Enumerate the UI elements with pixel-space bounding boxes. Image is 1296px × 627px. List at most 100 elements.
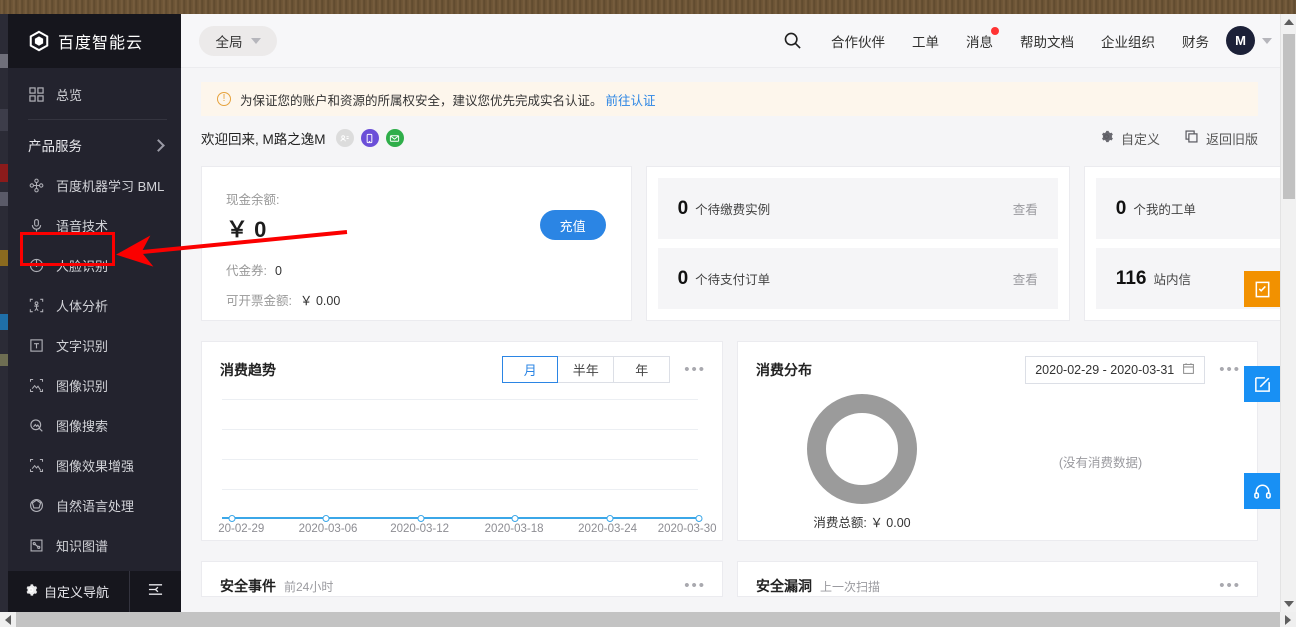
sidebar-item-image-search[interactable]: 图像搜索 <box>8 405 181 445</box>
sidebar-item-label: 文字识别 <box>56 338 109 354</box>
image-search-icon <box>28 417 45 434</box>
topnav-messages[interactable]: 消息 <box>966 26 999 51</box>
vertical-scrollbar[interactable] <box>1280 14 1296 612</box>
collapse-sidebar-button[interactable] <box>129 571 181 612</box>
image-recognition-icon <box>28 377 45 394</box>
topnav-partners[interactable]: 合作伙伴 <box>831 31 885 51</box>
consumption-trend-panel: 消费趋势 月 半年 年 ••• 20-02-29 2020-03-06 2020… <box>201 341 723 541</box>
stat-number: 0 <box>1115 197 1127 219</box>
trend-range-year[interactable]: 年 <box>614 356 671 383</box>
body-analysis-icon <box>28 297 45 314</box>
custom-nav-label: 自定义导航 <box>44 585 110 600</box>
arrow-up-icon <box>1283 19 1294 25</box>
topnav-tickets[interactable]: 工单 <box>912 31 939 51</box>
trend-panel-title: 消费趋势 <box>220 361 276 378</box>
topnav-enterprise[interactable]: 企业组织 <box>1101 31 1155 51</box>
custom-nav-button[interactable]: 自定义导航 <box>8 582 129 601</box>
more-dots-icon[interactable]: ••• <box>1219 362 1241 377</box>
brand-logo[interactable]: 百度智能云 <box>8 14 181 68</box>
topnav-help-docs[interactable]: 帮助文档 <box>1020 31 1074 51</box>
sidebar-item-knowledge-graph[interactable]: 知识图谱 <box>8 525 181 565</box>
consumption-distribution-panel: 消费分布 2020-02-29 - 2020-03-31 ••• 消费总额: ￥… <box>736 341 1258 541</box>
scroll-left-button[interactable] <box>0 612 16 627</box>
sidebar-item-label: 自然语言处理 <box>56 498 135 514</box>
charts-row: 消费趋势 月 半年 年 ••• 20-02-29 2020-03-06 2020… <box>201 327 1258 541</box>
donut-ring <box>806 394 917 504</box>
chevron-down-icon[interactable] <box>1262 37 1272 44</box>
topbar: 全局 合作伙伴 工单 消息 帮助文档 企业组织 财务 M <box>181 14 1296 68</box>
sidebar-item-ocr[interactable]: 文字识别 <box>8 325 181 365</box>
stat-view-link[interactable]: 查看 <box>1013 199 1038 218</box>
security-events-panel: 安全事件 前24小时 ••• <box>201 561 723 597</box>
trend-range-halfyear[interactable]: 半年 <box>558 356 615 383</box>
edit-fab[interactable] <box>1244 366 1280 402</box>
sidebar-item-nlp[interactable]: 自然语言处理 <box>8 485 181 525</box>
stat-my-tickets[interactable]: 0 个我的工单 查看 <box>1095 178 1296 239</box>
recharge-button[interactable]: 充值 <box>539 210 606 240</box>
arrow-down-icon <box>1284 601 1294 607</box>
date-range-picker[interactable]: 2020-02-29 - 2020-03-31 <box>1025 356 1206 384</box>
sidebar-group-products[interactable]: 产品服务 <box>8 125 181 165</box>
x-tick: 2020-03-06 <box>298 523 358 535</box>
chevron-right-icon <box>152 138 165 152</box>
contact-card-badge-icon[interactable] <box>335 129 354 147</box>
sidebar-item-label: 人脸识别 <box>56 258 109 274</box>
scroll-down-button[interactable] <box>1281 596 1296 612</box>
go-verify-link[interactable]: 前往认证 <box>606 90 656 109</box>
customize-label: 自定义 <box>1120 131 1160 147</box>
back-to-old-version-button[interactable]: 返回旧版 <box>1184 129 1258 148</box>
search-icon[interactable] <box>783 31 802 50</box>
balance-card: 现金余额: ￥ 0 代金券: 0 可开票金额: ￥ 0.00 充值 <box>201 166 632 321</box>
x-tick: 20-02-29 <box>218 523 265 535</box>
sidebar-item-image-recognition[interactable]: 图像识别 <box>8 365 181 405</box>
stat-pending-orders[interactable]: 0 个待支付订单 查看 <box>657 248 1058 309</box>
content-scroll-area: ! 为保证您的账户和资源的所属权安全，建议您优先完成实名认证。 前往认证 欢迎回… <box>181 68 1296 612</box>
more-dots-icon[interactable]: ••• <box>684 362 706 377</box>
topnav-finance[interactable]: 财务 <box>1182 31 1209 51</box>
more-dots-icon[interactable]: ••• <box>1219 578 1241 593</box>
unread-badge-dot <box>991 26 999 35</box>
sidebar-item-label: 图像效果增强 <box>56 458 135 474</box>
sidebar-item-face-recognition[interactable]: 人脸识别 <box>8 245 181 285</box>
scroll-right-button[interactable] <box>1280 612 1296 627</box>
email-badge-icon[interactable] <box>385 129 404 147</box>
scope-label: 全局 <box>215 34 243 50</box>
scroll-up-button[interactable] <box>1281 14 1296 30</box>
voucher-label: 代金券: <box>226 264 267 278</box>
sidebar-item-bml[interactable]: 百度机器学习 BML <box>8 165 181 205</box>
microphone-icon <box>28 217 45 234</box>
sidebar-item-speech[interactable]: 语音技术 <box>8 205 181 245</box>
gear-icon <box>24 583 38 600</box>
total-label: 消费总额: <box>813 516 867 530</box>
sidebar-footer: 自定义导航 <box>8 571 181 612</box>
avatar[interactable]: M <box>1226 26 1255 55</box>
more-dots-icon[interactable]: ••• <box>684 578 706 593</box>
feedback-fab[interactable] <box>1244 271 1280 307</box>
trend-chart: 20-02-29 2020-03-06 2020-03-12 2020-03-1… <box>218 391 717 541</box>
stat-label: 站内信 <box>1153 273 1191 287</box>
node-graph-icon <box>28 177 45 194</box>
verification-notice: ! 为保证您的账户和资源的所属权安全，建议您优先完成实名认证。 前往认证 <box>201 82 1258 116</box>
text-ocr-icon <box>28 337 45 354</box>
trend-range-segmented: 月 半年 年 <box>502 356 671 383</box>
trend-range-month[interactable]: 月 <box>502 356 559 383</box>
sidebar-item-body-analysis[interactable]: 人体分析 <box>8 285 181 325</box>
scope-selector[interactable]: 全局 <box>199 25 277 56</box>
vertical-scroll-thumb[interactable] <box>1283 34 1295 199</box>
customize-button[interactable]: 自定义 <box>1099 129 1160 148</box>
notice-text: 为保证您的账户和资源的所属权安全，建议您优先完成实名认证。 <box>240 93 603 108</box>
collapse-panel-icon <box>147 582 164 602</box>
calendar-icon <box>1182 362 1195 378</box>
sidebar-item-overview[interactable]: 总览 <box>8 74 181 114</box>
invoice-row: 可开票金额: ￥ 0.00 <box>226 290 607 309</box>
stat-pending-billing[interactable]: 0 个待缴费实例 查看 <box>657 178 1058 239</box>
face-recognition-icon <box>28 257 45 274</box>
support-fab[interactable] <box>1244 473 1280 509</box>
horizontal-scrollbar[interactable] <box>0 612 1296 627</box>
stat-view-link[interactable]: 查看 <box>1013 269 1038 288</box>
total-value: ￥ 0.00 <box>870 516 911 530</box>
donut-column: 消费总额: ￥ 0.00 <box>762 390 962 531</box>
invoice-label: 可开票金额: <box>226 294 292 308</box>
sidebar-item-image-enhance[interactable]: 图像效果增强 <box>8 445 181 485</box>
phone-badge-icon[interactable] <box>360 129 379 147</box>
